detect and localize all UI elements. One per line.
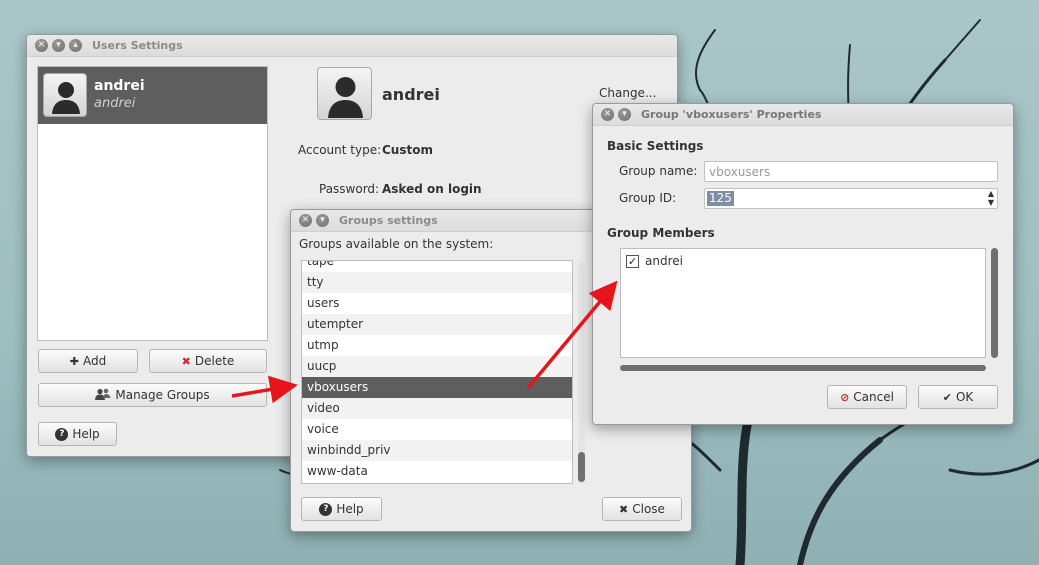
change-link[interactable]: Change... [599,86,656,100]
account-type-label: Account type: [298,143,382,157]
users-help-button[interactable]: ? Help [38,422,117,446]
user-list-item[interactable]: andrei andrei [38,67,267,124]
list-item[interactable]: utmp [302,335,572,356]
group-icon [95,388,111,403]
list-item[interactable]: tape [302,261,572,272]
list-item[interactable]: voice [302,419,572,440]
list-item[interactable]: users [302,293,572,314]
list-item[interactable]: winbindd_priv [302,440,572,461]
group-id-label: Group ID: [619,191,677,205]
help-icon: ? [319,502,333,516]
cancel-button[interactable]: ⊘ Cancel [827,385,907,409]
group-properties-window: ✕ ▾ Group 'vboxusers' Properties Basic S… [592,103,1014,425]
delete-user-button[interactable]: ✖ Delete [149,349,267,373]
password-label: Password: [319,182,380,196]
users-help-label: Help [72,427,100,441]
basic-settings-heading: Basic Settings [607,139,704,153]
checkmark-icon: ✔ [942,390,952,404]
members-scrollbar-vertical[interactable] [991,248,998,358]
close-icon: ✖ [619,502,629,516]
close-window-button[interactable]: ✕ [299,214,312,227]
list-item[interactable]: www-data [302,461,572,482]
user-fullname: andrei [94,96,136,111]
group-name-label: Group name: [619,164,698,178]
group-members-list[interactable]: ✓ andrei [620,248,986,358]
users-settings-titlebar: ✕ ▾ ▴ Users Settings [27,35,677,57]
list-item-selected[interactable]: vboxusers [302,377,572,398]
list-item[interactable]: utempter [302,314,572,335]
add-user-label: Add [82,354,107,368]
member-item[interactable]: ✓ andrei [626,254,683,268]
list-item[interactable]: video [302,398,572,419]
user-avatar [43,73,87,117]
minimize-window-button[interactable]: ▾ [52,39,65,52]
account-type-value[interactable]: Custom [382,143,433,157]
group-properties-titlebar: ✕ ▾ Group 'vboxusers' Properties [593,104,1013,126]
groups-close-label: Close [632,502,665,516]
member-checkbox[interactable]: ✓ [626,254,639,268]
password-value[interactable]: Asked on login [382,182,482,196]
window-title: Users Settings [92,39,183,52]
group-id-value[interactable]: 125 [707,191,734,206]
user-list[interactable]: andrei andrei [37,66,268,341]
user-name: andrei [94,78,145,94]
minimize-window-button[interactable]: ▾ [618,108,631,121]
groups-close-button[interactable]: ✖ Close [602,497,682,521]
group-id-spinbox[interactable]: 125 ▲ ▼ [704,188,998,209]
group-members-heading: Group Members [607,226,715,240]
groups-scrollbar[interactable] [578,262,585,484]
close-window-button[interactable]: ✕ [35,39,48,52]
close-window-button[interactable]: ✕ [601,108,614,121]
maximize-window-button[interactable]: ▴ [69,39,82,52]
groups-list[interactable]: tape tty users utempter utmp uucp vboxus… [301,260,573,484]
window-title: Groups settings [339,214,438,227]
selected-user-name: andrei [382,85,440,104]
members-scrollbar-horizontal[interactable] [620,365,986,371]
delete-icon: ✖ [181,354,191,368]
groups-heading: Groups available on the system: [299,237,494,251]
manage-groups-label: Manage Groups [115,388,210,402]
ok-button[interactable]: ✔ OK [918,385,998,409]
list-item[interactable]: tty [302,272,572,293]
groups-help-label: Help [336,502,364,516]
spin-arrows-icon[interactable]: ▲ ▼ [988,189,994,207]
groups-help-button[interactable]: ? Help [301,497,382,521]
add-user-button[interactable]: ✚ Add [38,349,138,373]
ok-label: OK [955,390,974,404]
window-title: Group 'vboxusers' Properties [641,108,822,121]
groups-scrollbar-thumb[interactable] [578,452,585,482]
plus-icon: ✚ [69,354,79,368]
delete-user-label: Delete [194,354,235,368]
list-item[interactable]: uucp [302,356,572,377]
selected-user-avatar[interactable] [317,67,372,120]
manage-groups-button[interactable]: Manage Groups [38,383,267,407]
cancel-icon: ⊘ [840,390,850,404]
minimize-window-button[interactable]: ▾ [316,214,329,227]
member-name: andrei [645,254,683,268]
person-icon [328,77,363,118]
help-icon: ? [55,427,69,441]
cancel-label: Cancel [853,390,894,404]
person-icon [52,82,80,114]
group-name-field[interactable] [704,161,998,182]
